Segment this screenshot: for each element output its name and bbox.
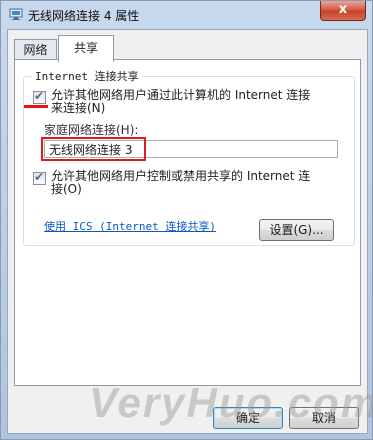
properties-window: 无线网络连接 4 属性 x 网络 共享 Internet 连接共享 ✔ 允许其他…	[0, 0, 373, 440]
allow-connect-checkbox[interactable]: ✔	[33, 89, 46, 104]
title-bar[interactable]: 无线网络连接 4 属性 x	[1, 1, 372, 29]
allow-connect-label-line2: 来连接(N)	[51, 101, 106, 115]
ics-help-link[interactable]: 使用 ICS (Internet 连接共享)	[44, 218, 216, 234]
allow-control-checkbox[interactable]: ✔	[33, 170, 46, 185]
annotation-underline	[24, 105, 48, 108]
window-title: 无线网络连接 4 属性	[28, 9, 140, 23]
settings-button[interactable]: 设置(G)...	[259, 219, 334, 241]
ics-group: Internet 连接共享 ✔ 允许其他网络用户通过此计算机的 Internet…	[23, 68, 355, 246]
allow-control-label-line2: 接(O)	[51, 182, 82, 196]
tab-network[interactable]: 网络	[14, 39, 57, 61]
watermark: VeryHuo.com	[89, 379, 373, 426]
annotation-box	[41, 137, 146, 161]
home-connection-label: 家庭网络连接(H):	[44, 123, 139, 137]
close-button[interactable]: x	[320, 1, 366, 21]
group-title: Internet 连接共享	[32, 68, 142, 84]
dialog-client: 网络 共享 Internet 连接共享 ✔ 允许其他网络用户通过此计算机的 In…	[7, 29, 368, 434]
allow-control-label-line1: 允许其他网络用户控制或禁用共享的 Internet 连	[51, 169, 311, 183]
tab-sharing[interactable]: 共享	[58, 35, 114, 62]
close-icon: x	[338, 2, 348, 17]
network-connection-icon	[9, 8, 23, 20]
checkmark-icon: ✔	[34, 89, 45, 103]
sharing-panel: Internet 连接共享 ✔ 允许其他网络用户通过此计算机的 Internet…	[14, 59, 361, 386]
checkmark-icon: ✔	[34, 170, 45, 184]
